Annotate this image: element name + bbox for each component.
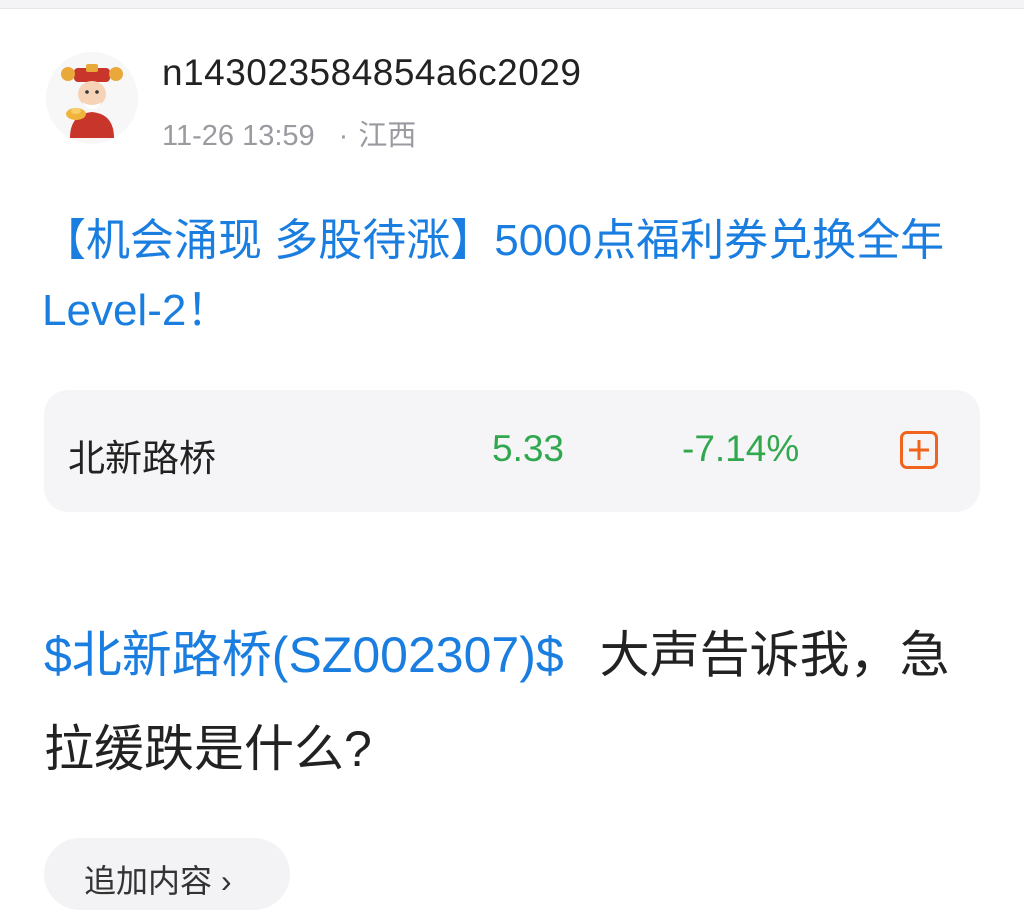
stock-change: -7.14%: [682, 428, 800, 469]
post-location: 江西: [358, 120, 417, 152]
stock-card[interactable]: 北新路桥 5.33 -7.14%: [44, 390, 980, 512]
post-meta: 11-26 13:59 · 江西: [162, 112, 416, 154]
meta-separator: ·: [338, 120, 349, 152]
username[interactable]: n143023584854a6c2029: [162, 52, 581, 94]
stock-name: 北新路桥: [68, 438, 216, 479]
add-watchlist-icon[interactable]: [900, 431, 938, 469]
append-content-label: 追加内容 ›: [84, 863, 232, 899]
post-body: $北新路桥(SZ002307)$ 大声告诉我，急拉缓跌是什么?: [44, 608, 989, 796]
caishen-avatar-icon: [46, 52, 138, 144]
stock-price: 5.33: [492, 428, 565, 469]
stock-tag-link[interactable]: $北新路桥(SZ002307)$: [44, 627, 564, 683]
avatar[interactable]: [46, 52, 138, 144]
promo-link[interactable]: 【机会涌现 多股待涨】5000点福利券兑换全年Level-2！: [42, 206, 972, 346]
append-content-button[interactable]: 追加内容 ›: [44, 838, 290, 910]
top-divider: [0, 0, 1024, 9]
post-date: 11-26 13:59: [162, 120, 315, 152]
